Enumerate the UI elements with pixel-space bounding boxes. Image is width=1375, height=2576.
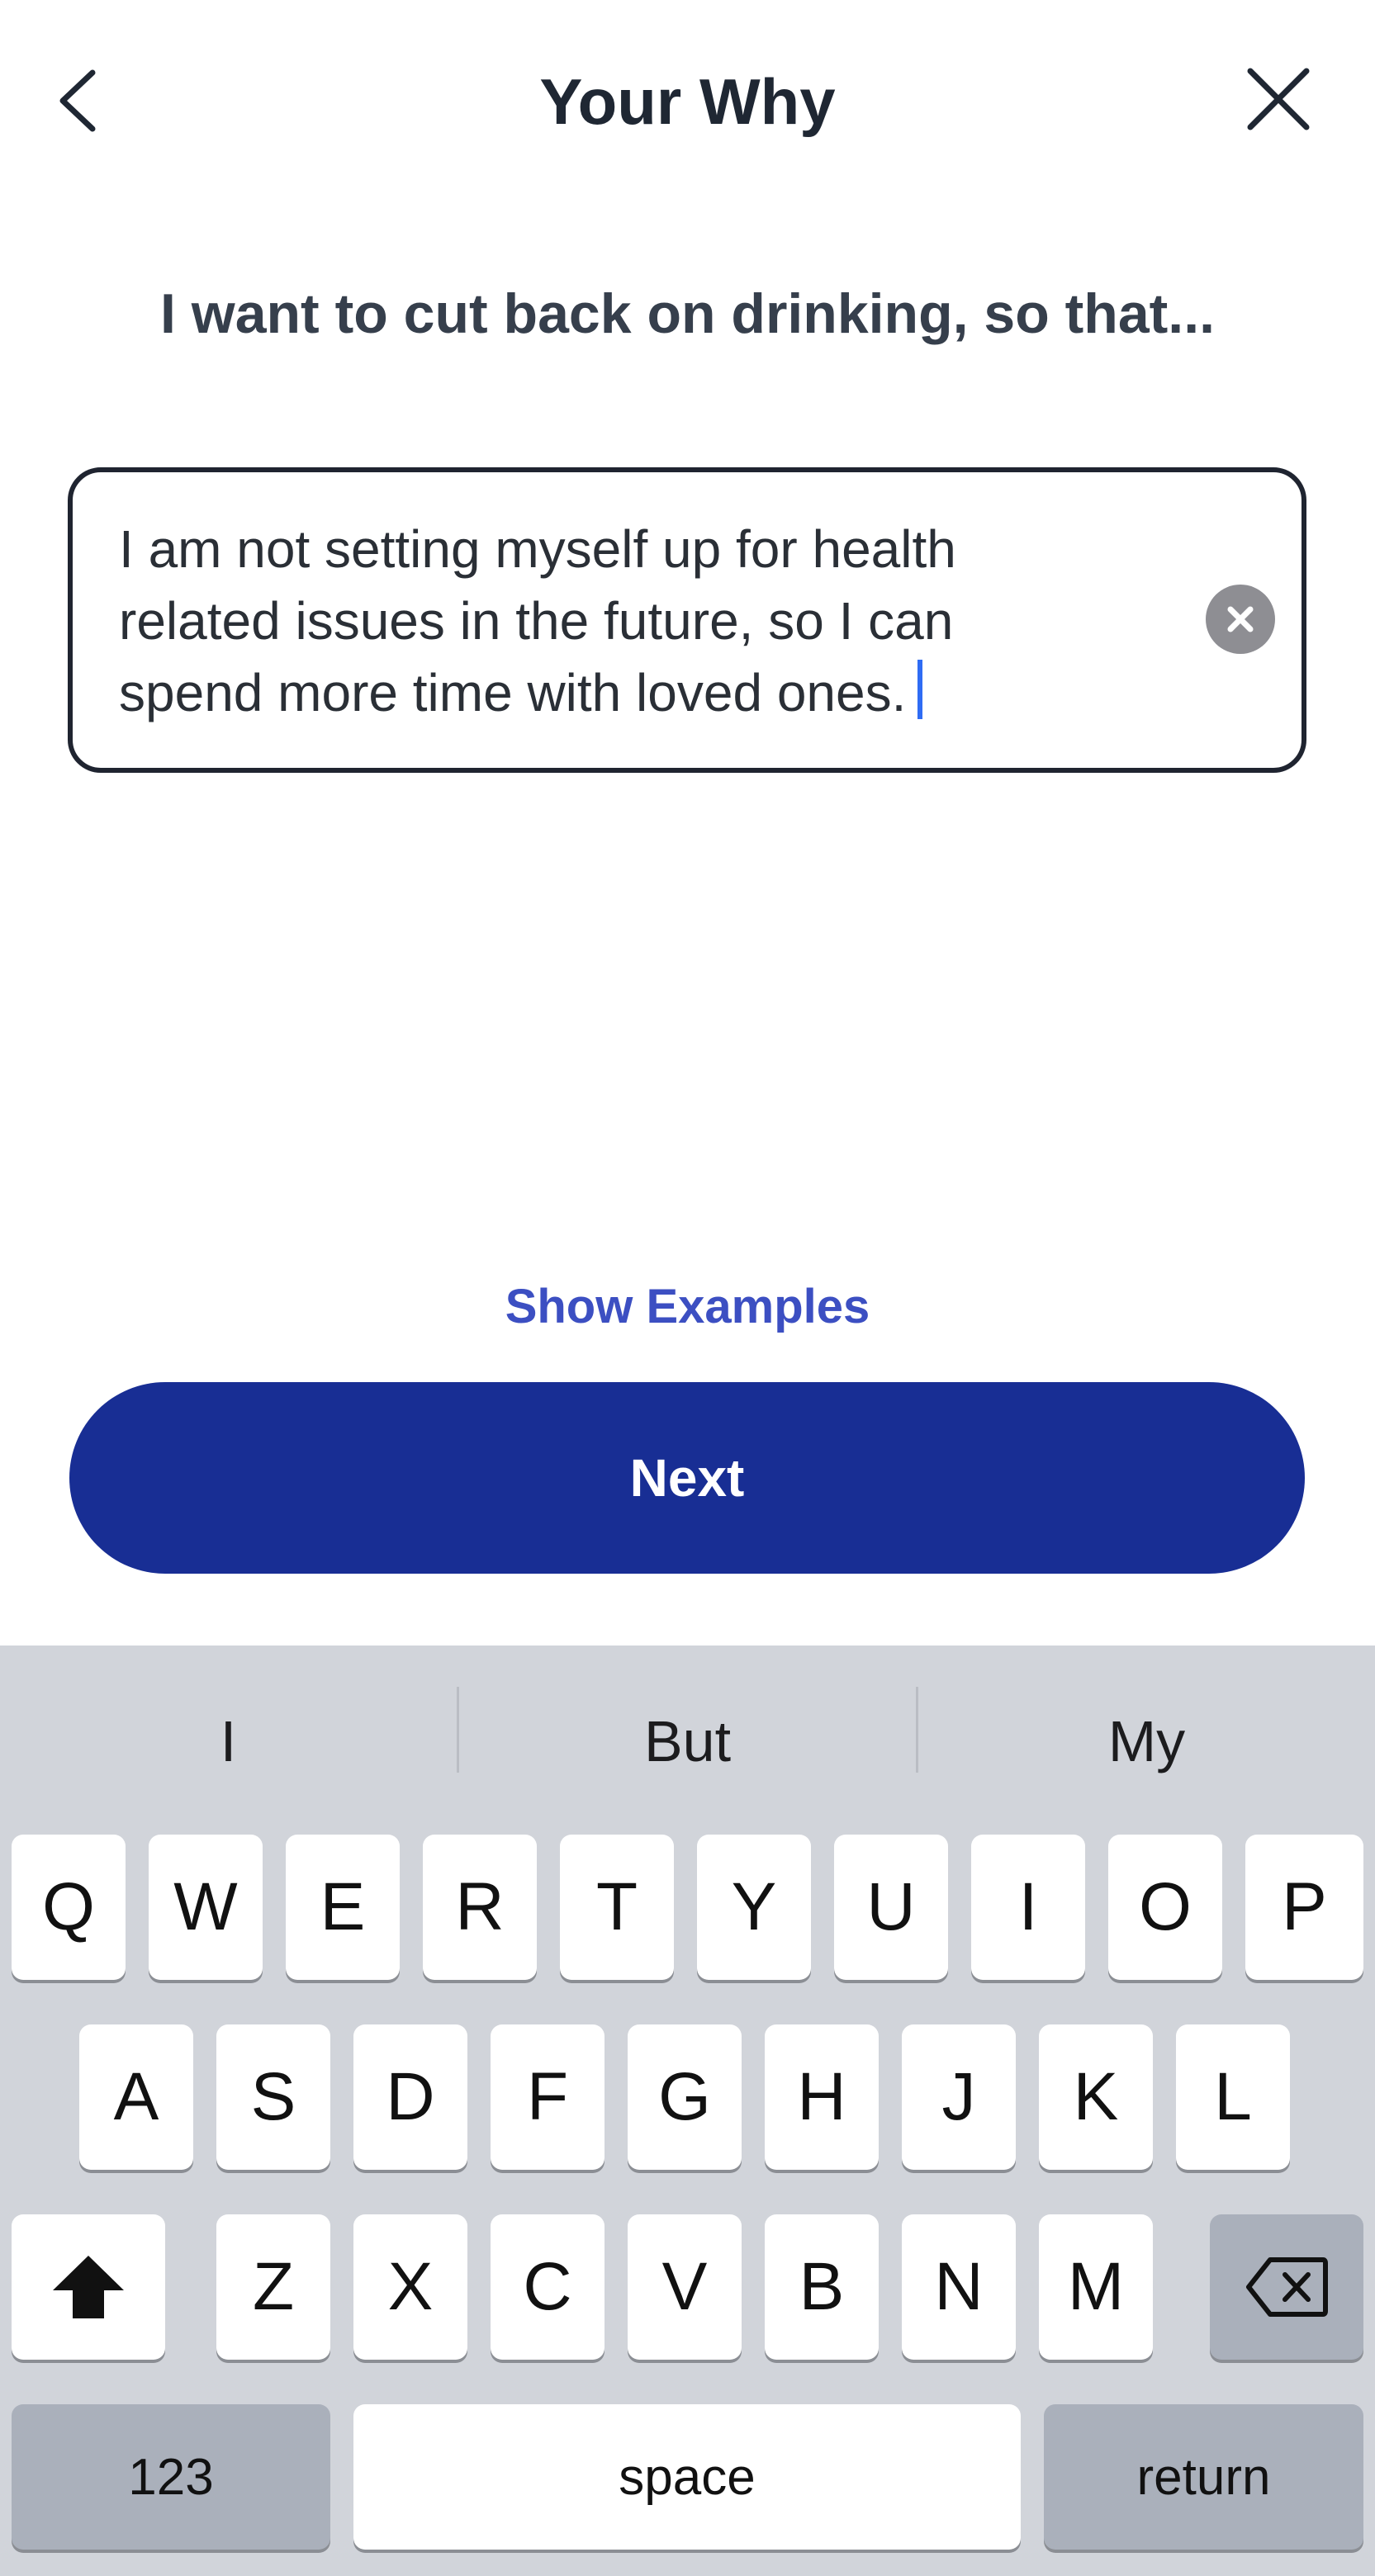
answer-textarea[interactable]: I am not setting myself up for health re… bbox=[68, 467, 1306, 773]
show-examples-link[interactable]: Show Examples bbox=[0, 1278, 1375, 1336]
shift-key[interactable] bbox=[12, 2214, 165, 2360]
return-key[interactable]: return bbox=[1044, 2404, 1363, 2550]
key-g[interactable]: G bbox=[628, 2024, 742, 2170]
text-caret bbox=[917, 660, 923, 719]
key-z[interactable]: Z bbox=[216, 2214, 330, 2360]
page-title: Your Why bbox=[539, 65, 836, 138]
key-e[interactable]: E bbox=[286, 1835, 400, 1980]
key-d[interactable]: D bbox=[353, 2024, 467, 2170]
clear-circle-icon bbox=[1227, 606, 1254, 632]
numbers-key[interactable]: 123 bbox=[12, 2404, 330, 2550]
key-o[interactable]: O bbox=[1108, 1835, 1222, 1980]
answer-line: related issues in the future, so I can bbox=[119, 591, 954, 651]
prompt-text: I want to cut back on drinking, so that.… bbox=[160, 282, 1215, 345]
key-i[interactable]: I bbox=[971, 1835, 1085, 1980]
key-w[interactable]: W bbox=[149, 1835, 263, 1980]
key-y[interactable]: Y bbox=[697, 1835, 811, 1980]
next-button-label: Next bbox=[629, 1448, 745, 1508]
delete-key[interactable] bbox=[1210, 2214, 1363, 2360]
close-button[interactable] bbox=[1245, 66, 1311, 132]
key-v[interactable]: V bbox=[628, 2214, 742, 2360]
shift-arrow-icon bbox=[53, 2256, 124, 2318]
key-b[interactable]: B bbox=[765, 2214, 879, 2360]
key-r[interactable]: R bbox=[423, 1835, 537, 1980]
key-m[interactable]: M bbox=[1039, 2214, 1153, 2360]
key-k[interactable]: K bbox=[1039, 2024, 1153, 2170]
key-x[interactable]: X bbox=[353, 2214, 467, 2360]
key-j[interactable]: J bbox=[902, 2024, 1016, 2170]
answer-text: I am not setting myself up for health re… bbox=[119, 514, 1168, 729]
key-n[interactable]: N bbox=[902, 2214, 1016, 2360]
backspace-icon bbox=[1246, 2257, 1328, 2317]
close-icon bbox=[1247, 68, 1310, 130]
key-q[interactable]: Q bbox=[12, 1835, 126, 1980]
suggestion-1[interactable]: I bbox=[0, 1703, 457, 1779]
key-s[interactable]: S bbox=[216, 2024, 330, 2170]
key-f[interactable]: F bbox=[491, 2024, 605, 2170]
key-h[interactable]: H bbox=[765, 2024, 879, 2170]
key-c[interactable]: C bbox=[491, 2214, 605, 2360]
key-u[interactable]: U bbox=[834, 1835, 948, 1980]
suggestion-2[interactable]: But bbox=[459, 1703, 916, 1779]
next-button[interactable]: Next bbox=[69, 1382, 1305, 1574]
answer-line: I am not setting myself up for health bbox=[119, 519, 956, 579]
key-l[interactable]: L bbox=[1176, 2024, 1290, 2170]
key-t[interactable]: T bbox=[560, 1835, 674, 1980]
answer-line: spend more time with loved ones. bbox=[119, 657, 1168, 729]
suggestion-3[interactable]: My bbox=[918, 1703, 1375, 1779]
key-a[interactable]: A bbox=[79, 2024, 193, 2170]
key-p[interactable]: P bbox=[1245, 1835, 1363, 1980]
keyboard: I But My Q W E R T Y U I O P A S D F G H… bbox=[0, 1646, 1375, 2576]
clear-text-button[interactable] bbox=[1206, 585, 1275, 654]
space-key[interactable]: space bbox=[353, 2404, 1021, 2550]
answer-line-text: spend more time with loved ones. bbox=[119, 663, 907, 722]
